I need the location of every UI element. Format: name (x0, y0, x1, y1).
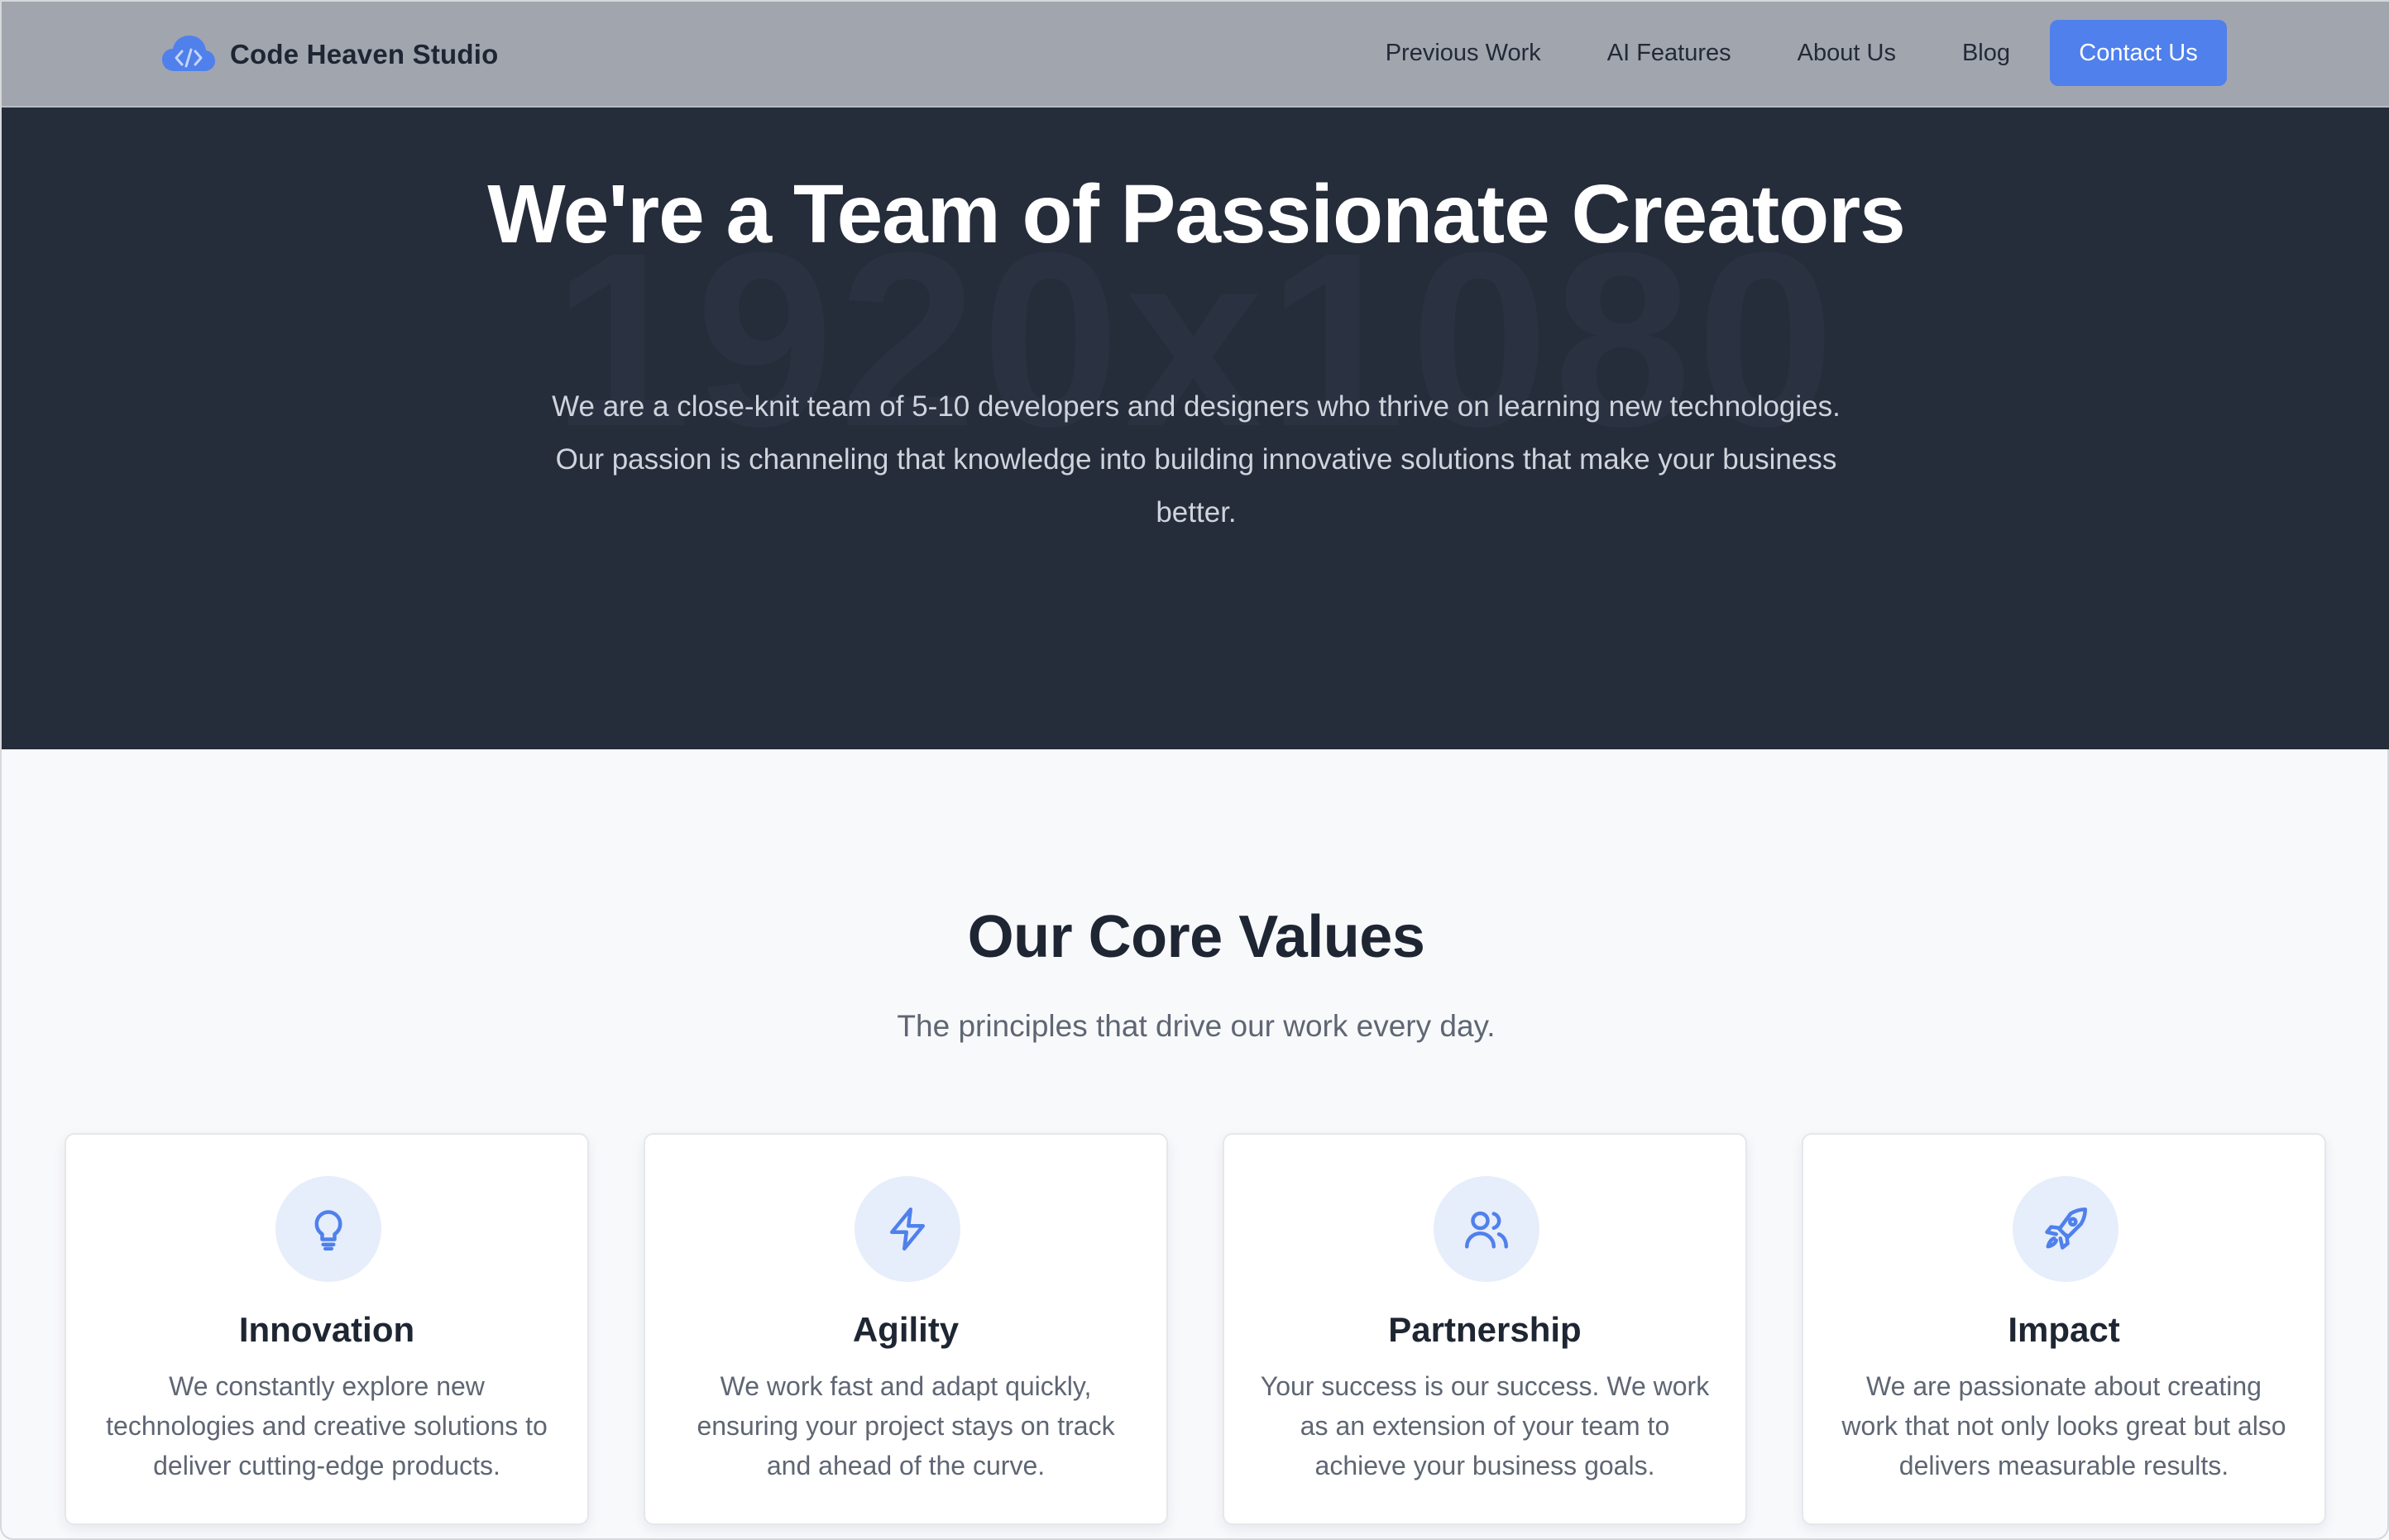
hero-subtitle: We are a close-knit team of 5-10 develop… (552, 390, 1841, 528)
brand-name: Code Heaven Studio (230, 39, 499, 69)
card-description: We are passionate about creating work th… (1841, 1371, 2286, 1480)
value-card-innovation: Innovation We constantly explore new tec… (65, 1133, 589, 1525)
rocket-icon (2045, 1208, 2087, 1250)
value-card-agility: Agility We work fast and adapt quickly, … (644, 1133, 1168, 1525)
navbar: Code Heaven Studio Previous Work AI Feat… (2, 2, 2389, 108)
hero-section: 1920x1080 We're a Team of Passionate Cre… (2, 108, 2389, 749)
hero-title: We're a Team of Passionate Creators (487, 168, 1906, 261)
card-title: Impact (2008, 1310, 2120, 1349)
value-card-impact: Impact We are passionate about creating … (1802, 1133, 2326, 1525)
icon-circle (2013, 1176, 2119, 1282)
card-title: Partnership (1388, 1310, 1582, 1349)
card-description: Your success is our success. We work as … (1260, 1371, 1710, 1480)
icon-circle (275, 1176, 381, 1282)
cloud-code-icon (162, 36, 215, 71)
lightbulb-icon (314, 1210, 342, 1251)
values-title: Our Core Values (967, 904, 1425, 970)
brand-logo-link[interactable]: Code Heaven Studio (160, 30, 498, 79)
values-subtitle: The principles that drive our work every… (897, 1009, 1496, 1043)
card-description: We constantly explore new technologies a… (106, 1371, 548, 1480)
card-description: We work fast and adapt quickly, ensuring… (697, 1371, 1115, 1480)
value-card-partnership: Partnership Your success is our success.… (1223, 1133, 1747, 1525)
nav-links: Previous Work AI Features About Us Blog … (1386, 20, 2227, 86)
nav-link-ai-features[interactable]: AI Features (1607, 40, 1731, 67)
nav-link-blog[interactable]: Blog (1962, 40, 2010, 67)
nav-link-about-us[interactable]: About Us (1798, 40, 1896, 67)
icon-circle (855, 1176, 960, 1282)
users-icon (1465, 1211, 1508, 1249)
nav-link-previous-work[interactable]: Previous Work (1386, 40, 1541, 67)
lightning-icon (890, 1208, 925, 1251)
icon-circle (1434, 1176, 1539, 1282)
card-title: Agility (852, 1310, 960, 1349)
card-title: Innovation (238, 1310, 415, 1349)
contact-us-button[interactable]: Contact Us (2050, 20, 2227, 86)
